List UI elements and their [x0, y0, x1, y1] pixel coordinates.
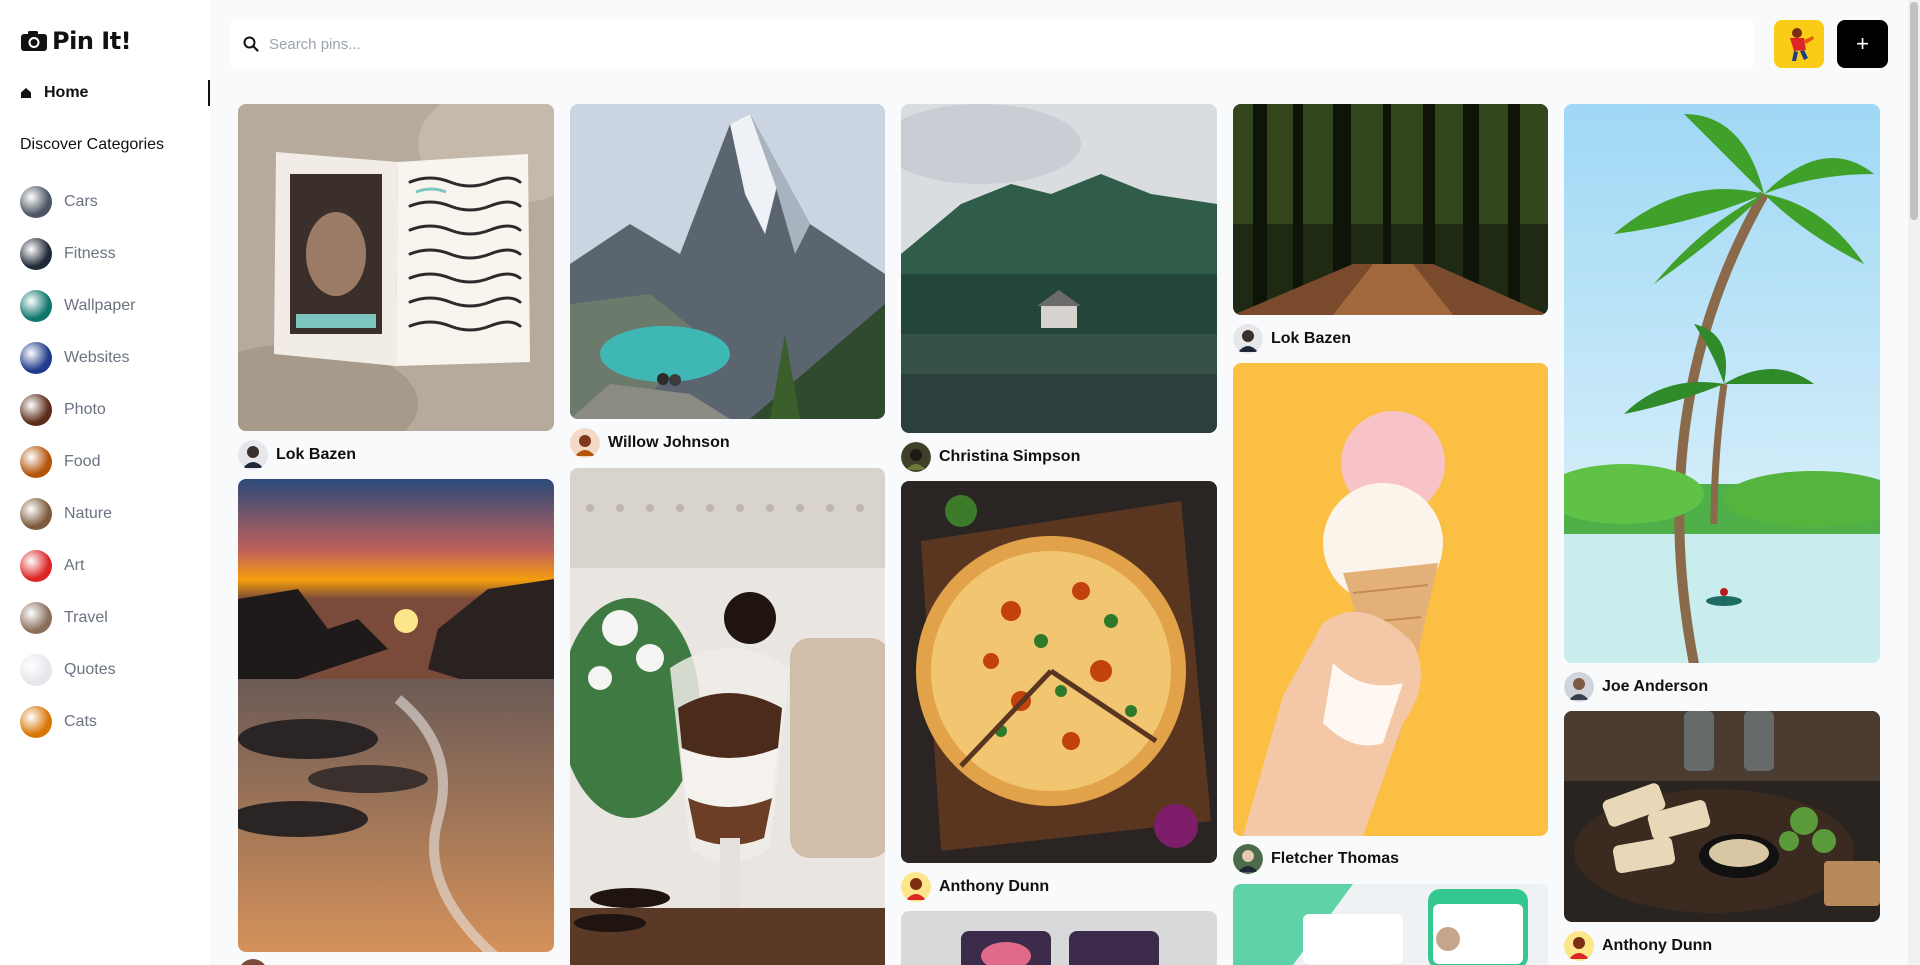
app-logo[interactable]: Pin It! — [20, 27, 132, 55]
pin-image-pizza-on-board[interactable] — [901, 481, 1217, 863]
author-avatar — [570, 428, 600, 458]
pin-author[interactable]: Christina Simpson — [901, 441, 1080, 473]
pin-image-app-ui-screens[interactable] — [1233, 884, 1548, 965]
wallpaper-thumb — [20, 290, 52, 322]
travel-thumb — [20, 602, 52, 634]
pin-author[interactable]: Joe Anderson — [1564, 671, 1708, 703]
pin-image-forest-path[interactable] — [1233, 104, 1548, 315]
sidebar-item-wallpaper[interactable]: Wallpaper — [20, 280, 135, 332]
author-avatar — [1564, 931, 1594, 961]
pin-author[interactable]: Anthony Dunn — [1564, 930, 1712, 962]
app-name: Pin It! — [52, 27, 132, 55]
photo-thumb — [20, 394, 52, 426]
nav-home-label: Home — [44, 84, 89, 101]
author-avatar — [901, 872, 931, 902]
pin-image-mountain-lake-hikers[interactable] — [570, 104, 885, 419]
author-name: Fletcher Thomas — [1271, 850, 1400, 867]
cars-thumb — [20, 186, 52, 218]
pin-author[interactable]: Anthony Dunn — [901, 871, 1049, 903]
camera-icon — [21, 31, 47, 51]
pin-image-phone-ui-mockup[interactable] — [901, 911, 1217, 965]
sidebar-item-websites[interactable]: Websites — [20, 332, 135, 384]
author-avatar — [1233, 324, 1263, 354]
sidebar-item-travel[interactable]: Travel — [20, 592, 135, 644]
category-label: Photo — [64, 401, 106, 418]
category-label: Travel — [64, 609, 108, 626]
author-name: Lok Bazen — [1271, 330, 1352, 347]
pin-author[interactable]: Lok Bazen — [238, 439, 356, 471]
category-label: Nature — [64, 505, 113, 522]
add-pin-button[interactable]: + — [1837, 20, 1888, 68]
pin-image-grilled-halloumi-plate[interactable] — [1564, 711, 1880, 922]
user-avatar-button[interactable] — [1774, 20, 1824, 68]
category-label: Cars — [64, 193, 98, 210]
author-name: Anthony Dunn — [1602, 937, 1713, 954]
sidebar-item-cars[interactable]: Cars — [20, 176, 135, 228]
pin-author[interactable]: Willow Johnson — [570, 427, 730, 459]
search-bar[interactable] — [229, 20, 1755, 68]
author-avatar — [901, 442, 931, 472]
art-thumb — [20, 550, 52, 582]
author-name: Joe Anderson — [1602, 678, 1709, 695]
author-avatar — [1564, 672, 1594, 702]
sidebar-item-photo[interactable]: Photo — [20, 384, 135, 436]
author-avatar — [238, 440, 268, 470]
pin-author[interactable]: Fletcher Thomas — [1233, 843, 1399, 875]
pin-image-oreo-chocolate-dessert[interactable] — [570, 468, 885, 965]
pin-author[interactable] — [238, 958, 268, 965]
pin-image-palm-trees-lagoon[interactable] — [1564, 104, 1880, 663]
author-avatar — [1233, 844, 1263, 874]
author-avatar — [241, 959, 265, 965]
sidebar-item-art[interactable]: Art — [20, 540, 135, 592]
author-name: Lok Bazen — [276, 446, 357, 463]
websites-thumb — [20, 342, 52, 374]
category-label: Websites — [64, 349, 130, 366]
categories-title: Discover Categories — [20, 136, 165, 153]
author-name: Christina Simpson — [939, 448, 1081, 465]
category-label: Cats — [64, 713, 97, 730]
search-icon — [243, 36, 259, 52]
category-label: Food — [64, 453, 101, 470]
sidebar-item-fitness[interactable]: Fitness — [20, 228, 135, 280]
pin-author[interactable]: Lok Bazen — [1233, 323, 1351, 355]
search-input[interactable] — [269, 35, 1669, 53]
user-avatar — [1782, 24, 1816, 64]
page-scrollbar[interactable] — [1908, 0, 1920, 965]
category-list: Cars Fitness Wallpaper Websites Photo Food Nat… — [20, 176, 135, 748]
quotes-thumb — [20, 654, 52, 686]
fitness-thumb — [20, 238, 52, 270]
pin-image-forest-lake-cabin[interactable] — [901, 104, 1217, 433]
author-name: Willow Johnson — [608, 434, 730, 451]
category-label: Quotes — [64, 661, 116, 678]
sidebar: Pin It! Home Discover Categories Cars Fit… — [0, 0, 210, 965]
pin-image-ice-cream-cone[interactable] — [1233, 363, 1548, 836]
category-label: Art — [64, 557, 85, 574]
sidebar-item-nature[interactable]: Nature — [20, 488, 135, 540]
sidebar-item-cats[interactable]: Cats — [20, 696, 135, 748]
cats-thumb — [20, 706, 52, 738]
food-thumb — [20, 446, 52, 478]
home-icon — [21, 88, 31, 98]
pin-image-sunset-rocky-beach[interactable] — [238, 479, 554, 952]
sidebar-item-quotes[interactable]: Quotes — [20, 644, 135, 696]
sidebar-item-food[interactable]: Food — [20, 436, 135, 488]
author-name: Anthony Dunn — [939, 878, 1050, 895]
scrollbar-thumb[interactable] — [1910, 2, 1918, 220]
category-label: Fitness — [64, 245, 116, 262]
nav-home[interactable]: Home — [20, 80, 210, 106]
pin-image-open-book-quote[interactable] — [238, 104, 554, 431]
nature-thumb — [20, 498, 52, 530]
category-label: Wallpaper — [64, 297, 136, 314]
